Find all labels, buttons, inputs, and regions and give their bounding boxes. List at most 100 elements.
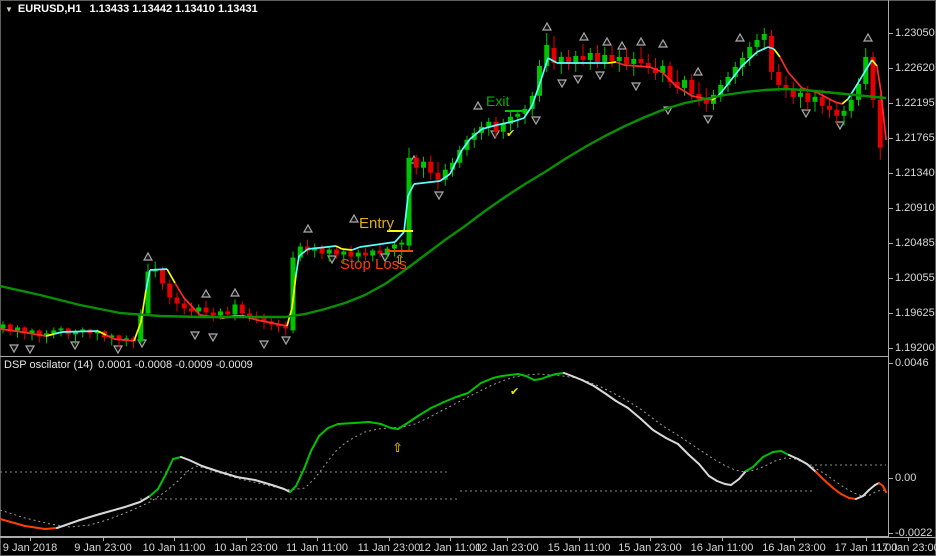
candle-body bbox=[15, 327, 20, 331]
trend-segment bbox=[834, 101, 843, 105]
price-chart-panel[interactable]: Entry Stop Loss Exit ⇧ ✔ ▼ EURUSD,H1 1.13433 1… bbox=[0, 0, 888, 357]
candle-body bbox=[232, 304, 238, 315]
candle-body bbox=[399, 242, 405, 245]
price-tick-label: 1.20910 bbox=[895, 202, 935, 215]
dsp-segment bbox=[815, 471, 824, 480]
dsp-segment bbox=[708, 475, 718, 482]
time-tick-label: 15 Jan 23:00 bbox=[618, 542, 682, 554]
oscillator-panel[interactable]: ⇧ ✔ DSP oscilator (14) 0.0001 -0.0008 -0.0… bbox=[0, 357, 888, 537]
candle-body bbox=[587, 52, 593, 60]
time-tick-mark bbox=[246, 538, 247, 541]
trend-segment bbox=[841, 98, 849, 105]
dsp-segment bbox=[665, 437, 679, 445]
candles-layer bbox=[0, 28, 883, 349]
candle-body bbox=[428, 161, 434, 173]
dsp-segment bbox=[640, 418, 654, 431]
dsp-segment bbox=[368, 421, 382, 425]
up-arrow-icon bbox=[601, 36, 613, 46]
symbol-marker-icon: ▼ bbox=[5, 5, 13, 14]
oscillator-canvas[interactable]: ⇧✔ bbox=[0, 357, 888, 536]
dsp-segment bbox=[318, 427, 329, 437]
down-arrow-icon bbox=[530, 116, 542, 126]
dsp-segment bbox=[738, 470, 747, 480]
mt4-chart-window: Entry Stop Loss Exit ⇧ ✔ ▼ EURUSD,H1 1.13433 1… bbox=[0, 0, 936, 556]
dsp-segment bbox=[124, 501, 141, 508]
dsp-segment bbox=[677, 443, 690, 456]
time-tick-mark bbox=[579, 538, 580, 541]
dsp-segment bbox=[563, 372, 573, 377]
buy-signal-arrow-icon: ⇧ bbox=[392, 441, 403, 456]
candle-body bbox=[500, 123, 506, 132]
up-arrow-icon bbox=[472, 100, 484, 110]
dsp-segment bbox=[540, 375, 550, 380]
up-arrow-icon bbox=[229, 287, 241, 297]
trend-segment bbox=[140, 289, 147, 323]
candle-body bbox=[841, 110, 847, 116]
candle-body bbox=[609, 54, 615, 61]
candle-body bbox=[558, 56, 564, 63]
price-tick-label: 1.23050 bbox=[895, 27, 935, 39]
down-arrow-icon bbox=[556, 79, 568, 89]
price-tick-label: 1.21765 bbox=[895, 132, 935, 145]
dsp-segment bbox=[533, 378, 542, 381]
down-arrow-icon bbox=[24, 345, 36, 355]
price-tick-mark bbox=[889, 478, 893, 479]
chart-header: ▼ EURUSD,H1 1.13433 1.13442 1.13410 1.1343… bbox=[5, 3, 258, 15]
price-chart-canvas[interactable]: EntryStop LossExit⇧✔ bbox=[0, 0, 888, 356]
down-arrow-icon bbox=[800, 109, 812, 119]
time-tick-mark bbox=[650, 538, 651, 541]
dsp-segment bbox=[79, 513, 101, 521]
candle-body bbox=[283, 326, 289, 329]
candle-body bbox=[834, 109, 840, 116]
dsp-segment bbox=[615, 400, 629, 409]
time-tick-label: 9 Jan 23:00 bbox=[74, 542, 132, 554]
candle-body bbox=[167, 283, 173, 298]
candle-body bbox=[370, 250, 376, 256]
dsp-segment bbox=[99, 506, 126, 515]
time-tick-mark bbox=[794, 538, 795, 541]
down-arrow-icon bbox=[489, 130, 501, 140]
dsp-segment bbox=[417, 407, 432, 417]
up-arrow-icon bbox=[862, 32, 874, 42]
up-arrow-icon bbox=[692, 66, 704, 76]
candle-body bbox=[239, 304, 245, 314]
candle-body bbox=[595, 52, 600, 62]
dsp-segment bbox=[555, 372, 565, 375]
time-tick-label: 9 Jan 2018 bbox=[2, 542, 58, 554]
indicator-name-label: DSP oscilator (14) bbox=[4, 359, 94, 371]
candle-body bbox=[776, 71, 782, 85]
candle-body bbox=[805, 92, 811, 102]
dsp-segment bbox=[780, 450, 790, 456]
dsp-segment bbox=[652, 429, 667, 439]
candle-body bbox=[435, 172, 441, 180]
time-tick-mark bbox=[866, 538, 867, 541]
candle-body bbox=[341, 251, 347, 255]
time-axis[interactable]: 9 Jan 2018 9 Jan 23:00 10 Jan 11:00 10 Jan … bbox=[0, 537, 936, 556]
price-tick-mark bbox=[889, 102, 893, 104]
price-tick-mark bbox=[889, 313, 893, 315]
down-arrow-icon bbox=[594, 71, 606, 81]
time-tick-mark bbox=[30, 538, 31, 541]
up-arrow-icon bbox=[142, 251, 154, 261]
price-tick-mark bbox=[889, 208, 893, 210]
up-arrow-icon bbox=[348, 213, 360, 223]
candle-body bbox=[638, 58, 644, 63]
price-axis[interactable]: 1.23050 1.22620 1.22195 1.21765 1.21340 1.209… bbox=[888, 0, 936, 539]
dsp-segment bbox=[157, 473, 167, 490]
up-arrow-icon bbox=[616, 40, 628, 50]
trend-segment bbox=[256, 319, 288, 327]
trend-segment bbox=[166, 268, 176, 284]
price-tick-mark bbox=[889, 68, 893, 70]
moving-average-line bbox=[0, 87, 887, 319]
trend-segment bbox=[149, 268, 168, 271]
dsp-segment bbox=[525, 375, 535, 381]
candle-body bbox=[798, 92, 803, 97]
dsp-segment bbox=[548, 373, 557, 377]
price-tick-mark bbox=[889, 138, 893, 140]
candle-body bbox=[624, 56, 629, 64]
dsp-segment bbox=[390, 427, 399, 430]
dsp-segment bbox=[310, 435, 320, 452]
trend-segment bbox=[295, 255, 300, 276]
dsp-segment bbox=[822, 478, 834, 489]
price-tick-mark bbox=[889, 363, 893, 364]
